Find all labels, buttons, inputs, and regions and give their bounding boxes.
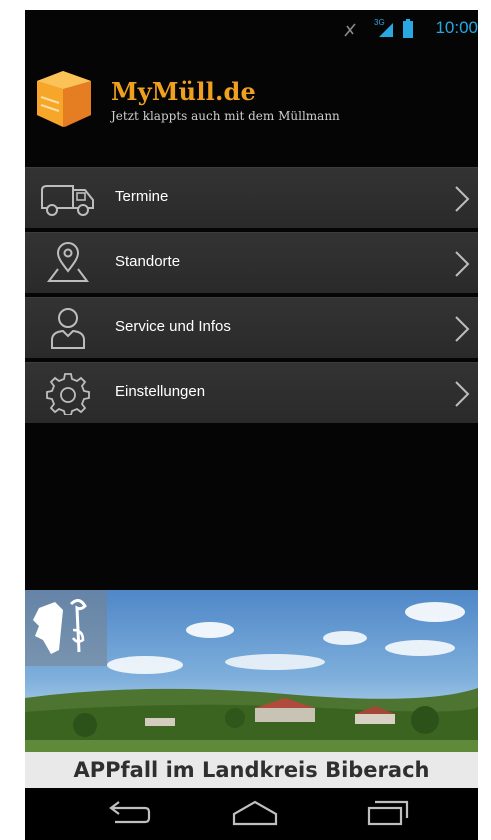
chevron-right-icon: [455, 251, 470, 277]
menu-item-label: Service und Infos: [115, 318, 231, 335]
truck-icon: [41, 185, 94, 216]
chevron-right-icon: [455, 186, 470, 212]
menu-item-label: Standorte: [115, 253, 181, 270]
navigation-bar: [25, 788, 478, 840]
chevron-right-icon: [455, 381, 470, 407]
battery-icon: [403, 19, 413, 38]
gear-icon: [46, 373, 90, 415]
eagle-crest-icon: [33, 599, 87, 654]
menu-item-einstellungen[interactable]: Einstellungen: [25, 362, 478, 423]
status-bar: 3G 10:00: [25, 10, 478, 46]
menu-item-termine[interactable]: Termine: [25, 167, 478, 228]
signal-icon: [379, 23, 393, 37]
menu-item-standorte[interactable]: Standorte: [25, 232, 478, 293]
back-icon[interactable]: [105, 798, 151, 828]
phone-screen: 3G 10:00 MyMüll.de Jetzt klappts auch mi…: [25, 10, 478, 840]
no-signal-icon: [344, 23, 356, 37]
menu-item-service[interactable]: Service und Infos: [25, 297, 478, 358]
recent-apps-icon[interactable]: [365, 798, 411, 828]
menu-item-label: Termine: [115, 188, 169, 205]
home-icon[interactable]: [230, 798, 280, 828]
main-menu: Termine Standorte Service und Infos Eins…: [25, 167, 478, 427]
coat-of-arms: [25, 590, 107, 666]
app-subtitle: Jetzt klappts auch mit dem Müllmann: [111, 109, 340, 123]
location-pin-icon: [47, 242, 89, 282]
clock: 10:00: [435, 18, 478, 37]
banner-caption: APPfall im Landkreis Biberach: [25, 752, 478, 788]
person-icon: [51, 308, 85, 349]
chevron-right-icon: [455, 316, 470, 342]
app-title: MyMüll.de: [111, 77, 256, 106]
menu-item-label: Einstellungen: [115, 383, 206, 400]
app-logo-icon: [37, 71, 91, 127]
